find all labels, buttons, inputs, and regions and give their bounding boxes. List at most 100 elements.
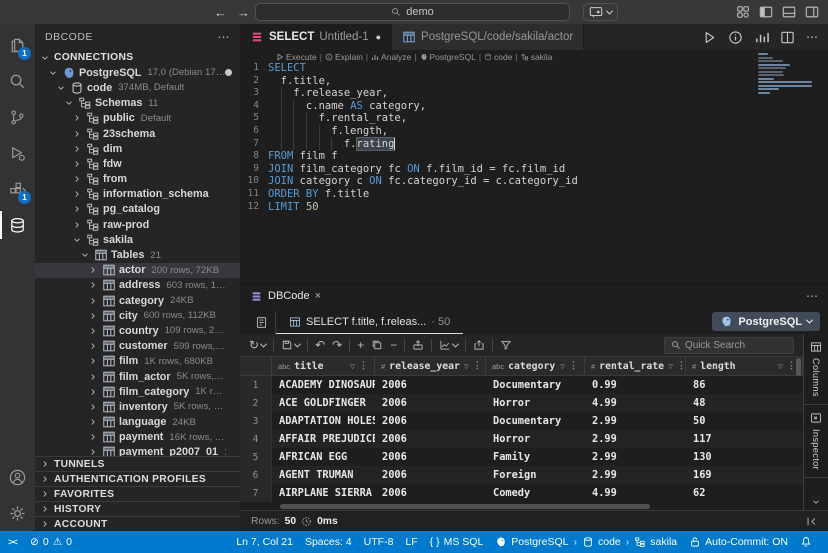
eol-setting[interactable]: LF: [399, 531, 423, 553]
cell-rental_rate[interactable]: 0.99: [585, 376, 686, 394]
tree-item-film-category[interactable]: film_category1K rows, 112KB: [35, 384, 240, 399]
tab-sql-untitled[interactable]: SELECT Untitled-1 ●: [240, 24, 392, 50]
source-control-icon[interactable]: [0, 99, 35, 135]
cell-category[interactable]: Family: [486, 448, 585, 466]
toggle-sidebar-icon[interactable]: [759, 5, 773, 19]
cell-rental_rate[interactable]: 2.99: [585, 430, 686, 448]
cell-title[interactable]: AFFAIR PREJUDICE: [272, 430, 375, 448]
quick-search-input[interactable]: [664, 337, 794, 354]
cell-category[interactable]: Foreign: [486, 466, 585, 484]
cell-title[interactable]: AIRPLANE SIERRA: [272, 484, 375, 502]
column-menu-icon[interactable]: ⋮: [473, 361, 482, 371]
auto-commit-toggle[interactable]: Auto-Commit: ON: [683, 531, 794, 553]
vertical-scrollbar[interactable]: [796, 358, 801, 376]
save-button[interactable]: [281, 339, 300, 351]
redo-button[interactable]: ↷: [332, 339, 342, 351]
column-menu-icon[interactable]: ⋮: [569, 361, 578, 371]
tree-item-tables[interactable]: Tables21: [35, 247, 240, 262]
split-editor-icon[interactable]: [780, 30, 795, 45]
tab-actor-table[interactable]: PostgreSQL/code/sakila/actor: [392, 24, 584, 50]
screencast-button[interactable]: [583, 3, 618, 21]
expand-strip-icon[interactable]: [812, 498, 820, 510]
refresh-button[interactable]: ↻: [249, 339, 266, 351]
column-filter-icon[interactable]: ▽: [668, 362, 673, 371]
sql-editor[interactable]: Execute|Explain|Analyze|PostgreSQL|code|…: [240, 50, 828, 283]
tree-item-information-schema[interactable]: information_schema: [35, 187, 240, 202]
cell-rental_rate[interactable]: 4.99: [585, 394, 686, 412]
code-line-12[interactable]: 12LIMIT 50: [240, 201, 828, 214]
command-center-search[interactable]: demo: [255, 3, 570, 21]
cell-category[interactable]: Documentary: [486, 412, 585, 430]
toggle-panel-icon[interactable]: [782, 5, 796, 19]
codelens-postgresql[interactable]: PostgreSQL: [420, 52, 476, 62]
cell-length[interactable]: 169: [686, 466, 803, 484]
tree-item-actor[interactable]: actor200 rows, 72KB: [35, 263, 240, 278]
more-actions-icon[interactable]: ⋯: [806, 30, 818, 44]
cell-title[interactable]: ACE GOLDFINGER: [272, 394, 375, 412]
codelens-analyze[interactable]: Analyze: [371, 52, 411, 62]
code-line-3[interactable]: 3 f.release_year,: [240, 87, 828, 100]
column-header-length[interactable]: #length▽⋮: [686, 357, 803, 375]
account-icon[interactable]: [0, 459, 35, 495]
tree-item-customer[interactable]: customer599 rows, 216KB: [35, 339, 240, 354]
result-subtab[interactable]: SELECT f.title, f.releas... · 50: [276, 311, 463, 334]
cell-title[interactable]: AFRICAN EGG: [272, 448, 375, 466]
tree-item-inventory[interactable]: inventory5K rows, 464KB: [35, 399, 240, 414]
settings-gear-icon[interactable]: [0, 495, 35, 531]
code-line-8[interactable]: 8FROM film f: [240, 150, 828, 163]
code-line-6[interactable]: 6 f.length,: [240, 125, 828, 138]
info-icon[interactable]: [728, 30, 743, 45]
table-row[interactable]: 2ACE GOLDFINGER2006Horror4.9948: [240, 394, 803, 412]
cell-title[interactable]: AGENT TRUMAN: [272, 466, 375, 484]
tree-item-dim[interactable]: dim: [35, 141, 240, 156]
table-row[interactable]: 4AFFAIR PREJUDICE2006Horror2.99117: [240, 430, 803, 448]
column-filter-icon[interactable]: ▽: [350, 362, 355, 371]
tree-item-country[interactable]: country109 rows, 24KB: [35, 323, 240, 338]
analyze-chart-icon[interactable]: [754, 30, 769, 45]
tree-item-connections[interactable]: CONNECTIONS: [35, 50, 240, 65]
sidebar-section-authentication-profiles[interactable]: AUTHENTICATION PROFILES: [35, 471, 240, 486]
delete-row-button[interactable]: −: [390, 339, 397, 351]
db-connection-breadcrumb[interactable]: PostgreSQL › code › sakila: [489, 531, 683, 553]
export-button[interactable]: [473, 339, 485, 351]
cell-length[interactable]: 50: [686, 412, 803, 430]
sidebar-section-history[interactable]: HISTORY: [35, 501, 240, 516]
chart-button[interactable]: [439, 339, 458, 351]
column-filter-icon[interactable]: ▽: [778, 362, 783, 371]
panel-tab-dbcode[interactable]: DBCode ×: [250, 290, 321, 303]
column-header-title[interactable]: abctitle▽⋮: [272, 357, 375, 375]
cell-category[interactable]: Comedy: [486, 484, 585, 502]
code-line-10[interactable]: 10JOIN category c ON fc.category_id = c.…: [240, 175, 828, 188]
cell-rental_rate[interactable]: 2.99: [585, 412, 686, 430]
sidebar-section-favorites[interactable]: FAVORITES: [35, 486, 240, 501]
run-query-icon[interactable]: [702, 30, 717, 45]
tree-item-postgresql[interactable]: PostgreSQL17.0 (Debian 17.0-1.pg...: [35, 65, 240, 80]
cell-length[interactable]: 86: [686, 376, 803, 394]
tree-item-code[interactable]: code374MB, Default: [35, 80, 240, 95]
cell-release_year[interactable]: 2006: [375, 466, 486, 484]
column-menu-icon[interactable]: ⋮: [787, 361, 796, 371]
codelens-execute[interactable]: Execute: [276, 52, 317, 62]
cell-category[interactable]: Horror: [486, 394, 585, 412]
cell-release_year[interactable]: 2006: [375, 484, 486, 502]
problems-indicator[interactable]: ⊘ 0 ⚠ 0: [24, 531, 78, 553]
codelens-sakila[interactable]: sakila: [521, 52, 553, 62]
side-tab-columns[interactable]: Columns: [804, 334, 828, 405]
cursor-position[interactable]: Ln 7, Col 21: [230, 531, 299, 553]
customize-layout-icon[interactable]: [736, 5, 750, 19]
horizontal-scrollbar[interactable]: [240, 502, 803, 510]
cell-rental_rate[interactable]: 4.99: [585, 484, 686, 502]
tree-item-schemas[interactable]: Schemas11: [35, 96, 240, 111]
undo-button[interactable]: ↶: [315, 339, 325, 351]
language-mode[interactable]: { } MS SQL: [424, 531, 490, 553]
tree-item-from[interactable]: from: [35, 172, 240, 187]
table-row[interactable]: 6AGENT TRUMAN2006Foreign2.99169: [240, 466, 803, 484]
cell-length[interactable]: 117: [686, 430, 803, 448]
tree-item-payment-p2007-01[interactable]: payment_p2007_0116KB: [35, 445, 240, 456]
column-filter-icon[interactable]: ▽: [560, 362, 565, 371]
extensions-icon[interactable]: 1: [0, 171, 35, 207]
tree-item-film-actor[interactable]: film_actor5K rows, 496KB: [35, 369, 240, 384]
code-line-4[interactable]: 4 c.name AS category,: [240, 100, 828, 113]
tree-item-pg-catalog[interactable]: pg_catalog: [35, 202, 240, 217]
cell-release_year[interactable]: 2006: [375, 376, 486, 394]
